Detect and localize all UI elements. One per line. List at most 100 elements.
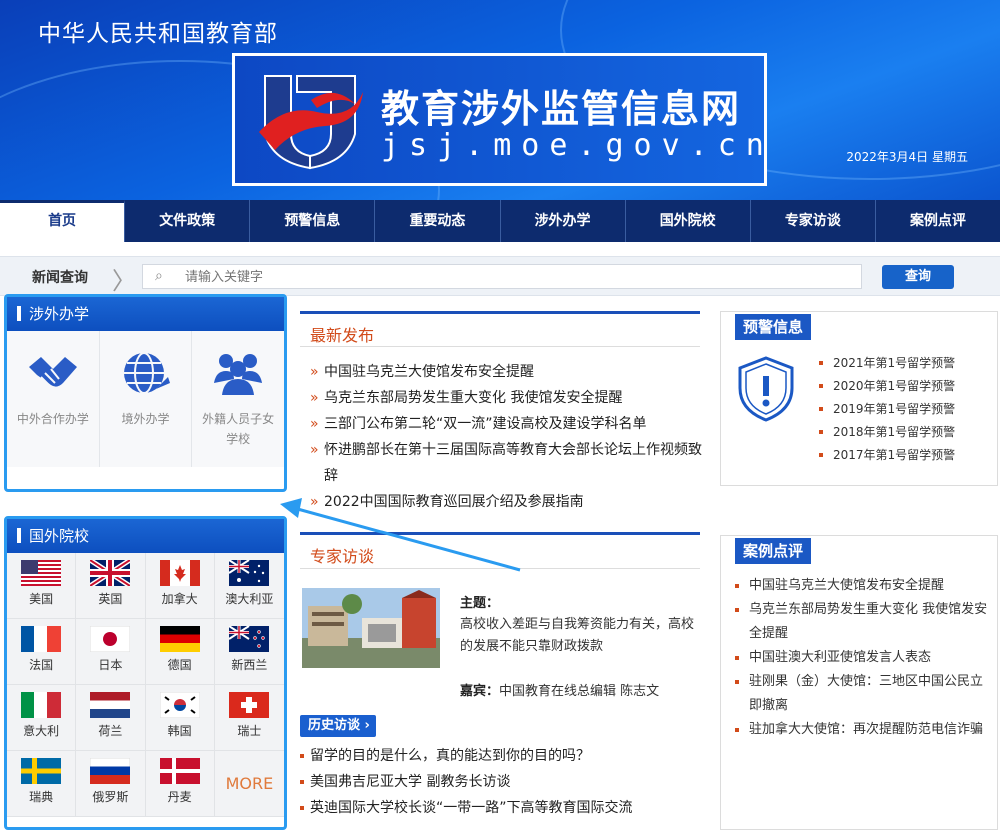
history-item[interactable]: 英迪国际大学校长谈“一带一路”下高等教育国际交流 (300, 795, 700, 821)
country-name: 加拿大 (161, 592, 198, 606)
section-top-rule (300, 311, 700, 314)
case-reviews-title[interactable]: 案例点评 (735, 538, 812, 564)
interview-guest: 嘉宾：中国教育在线总编辑 陈志文 (460, 680, 659, 699)
nav-item-abroad-schools[interactable]: 涉外办学 (501, 200, 626, 242)
nav-item-foreign-institutions[interactable]: 国外院校 (626, 200, 751, 242)
country-name: 瑞士 (237, 724, 262, 738)
country-uk[interactable]: 英国 (76, 553, 146, 619)
case-item[interactable]: 中国驻澳大利亚使馆发言人表态 (735, 646, 990, 670)
news-item[interactable]: 乌克兰东部局势发生重大变化 我使馆发安全提醒 (310, 385, 702, 411)
main-nav: 首页 文件政策 预警信息 重要动态 涉外办学 国外院校 专家访谈 案例点评 (0, 200, 1000, 242)
warning-item[interactable]: 2021年第1号留学预警 (819, 352, 955, 375)
history-interviews-button[interactable]: 历史访谈 › (300, 715, 376, 737)
country-canada[interactable]: 加拿大 (145, 553, 215, 619)
country-russia[interactable]: 俄罗斯 (76, 751, 146, 817)
country-switzerland[interactable]: 瑞士 (214, 685, 284, 751)
country-france[interactable]: 法国 (7, 619, 77, 685)
australia-flag-icon (229, 560, 270, 586)
nav-item-home[interactable]: 首页 (0, 200, 126, 242)
panel-header: 国外院校 (7, 519, 284, 553)
abroad-item-cooperative[interactable]: 中外合作办学 (7, 331, 100, 467)
news-item[interactable]: 三部门公布第二轮“双一流”建设高校及建设学科名单 (310, 411, 702, 437)
more-countries-link[interactable]: MORE (214, 751, 284, 817)
abroad-item-label: 境外办学 (121, 412, 170, 426)
warning-item[interactable]: 2020年第1号留学预警 (819, 375, 955, 398)
country-us[interactable]: 美国 (7, 553, 77, 619)
section-divider (300, 346, 700, 347)
italy-flag-icon (21, 692, 62, 718)
canada-flag-icon (159, 560, 200, 586)
header-banner: 中华人民共和国教育部 教育涉外监管信息网 jsj.moe.gov.cn 2022… (0, 0, 1000, 200)
panel-title[interactable]: 涉外办学 (29, 305, 89, 323)
warning-item[interactable]: 2019年第1号留学预警 (819, 398, 955, 421)
warning-item[interactable]: 2017年第1号留学预警 (819, 444, 955, 467)
header-bar (17, 306, 21, 321)
country-name: 新西兰 (231, 658, 268, 672)
country-denmark[interactable]: 丹麦 (145, 751, 215, 817)
search-input[interactable] (185, 267, 845, 287)
sweden-flag-icon (21, 758, 62, 784)
section-top-rule (300, 532, 700, 535)
nav-item-expert-interviews[interactable]: 专家访谈 (751, 200, 876, 242)
nav-item-case-reviews[interactable]: 案例点评 (876, 200, 1000, 242)
case-item[interactable]: 驻刚果（金）大使馆：三地区中国公民立即撤离 (735, 670, 990, 718)
shield-alert-icon (738, 356, 794, 422)
country-newzealand[interactable]: 新西兰 (214, 619, 284, 685)
switzerland-flag-icon (229, 692, 270, 718)
ministry-name[interactable]: 中华人民共和国教育部 (38, 14, 278, 48)
case-item[interactable]: 乌克兰东部局势发生重大变化 我使馆发安全提醒 (735, 598, 990, 646)
abroad-item-foreign-children[interactable]: 外籍人员子女学校 (192, 331, 284, 467)
news-item[interactable]: 中国驻乌克兰大使馆发布安全提醒 (310, 359, 702, 385)
nav-item-news[interactable]: 重要动态 (375, 200, 501, 242)
news-item[interactable]: 怀进鹏部长在第十三届国际高等教育大会部长论坛上作视频致辞 (310, 437, 702, 489)
history-list: 留学的目的是什么，真的能达到你的目的吗？ 美国弗吉尼亚大学 副教务长访谈 英迪国… (300, 743, 700, 821)
abroad-grid: 中外合作办学 境外办学 外籍人员子女学校 (7, 331, 284, 467)
search-box: ⌕ (142, 264, 862, 289)
news-item[interactable]: 2022中国国际教育巡回展介绍及参展指南 (310, 489, 702, 515)
us-flag-icon (21, 560, 62, 586)
expert-photo[interactable] (302, 588, 440, 668)
header-bar (17, 528, 21, 543)
history-item[interactable]: 留学的目的是什么，真的能达到你的目的吗？ (300, 743, 700, 769)
search-button[interactable]: 查询 (882, 265, 954, 289)
case-item[interactable]: 驻加拿大大使馆：再次提醒防范电信诈骗 (735, 718, 990, 742)
country-korea[interactable]: 韩国 (145, 685, 215, 751)
case-item[interactable]: 中国驻乌克兰大使馆发布安全提醒 (735, 574, 990, 598)
foreign-institutions-panel: 国外院校 美国 英国 加拿大 澳大利亚 法国 日本 德国 新西兰 意大利 荷兰 … (4, 516, 287, 830)
interview-theme[interactable]: 高校收入差距与自我筹资能力有关，高校的发展不能只靠财政拨款 (460, 614, 700, 658)
country-germany[interactable]: 德国 (145, 619, 215, 685)
case-reviews-box: 案例点评 中国驻乌克兰大使馆发布安全提醒 乌克兰东部局势发生重大变化 我使馆发安… (720, 535, 998, 830)
nav-item-warnings[interactable]: 预警信息 (250, 200, 376, 242)
panel-title[interactable]: 国外院校 (29, 527, 89, 545)
country-name: 德国 (167, 658, 192, 672)
section-divider (300, 568, 700, 569)
case-reviews-list: 中国驻乌克兰大使馆发布安全提醒 乌克兰东部局势发生重大变化 我使馆发安全提醒 中… (735, 574, 990, 742)
newzealand-flag-icon (229, 626, 270, 652)
history-item[interactable]: 美国弗吉尼亚大学 副教务长访谈 (300, 769, 700, 795)
warnings-box: 预警信息 2021年第1号留学预警 2020年第1号留学预警 2019年第1号留… (720, 311, 998, 486)
denmark-flag-icon (159, 758, 200, 784)
site-emblem-icon (259, 75, 363, 170)
country-netherlands[interactable]: 荷兰 (76, 685, 146, 751)
page-root: 中华人民共和国教育部 教育涉外监管信息网 jsj.moe.gov.cn 2022… (0, 0, 1000, 831)
expert-section-title[interactable]: 专家访谈 (310, 543, 374, 567)
guest-label: 嘉宾： (460, 684, 500, 699)
latest-section-title[interactable]: 最新发布 (310, 322, 374, 346)
abroad-item-overseas[interactable]: 境外办学 (100, 331, 193, 467)
site-domain: jsj.moe.gov.cn (381, 128, 774, 163)
country-italy[interactable]: 意大利 (7, 685, 77, 751)
country-grid: 美国 英国 加拿大 澳大利亚 法国 日本 德国 新西兰 意大利 荷兰 韩国 瑞士… (7, 553, 284, 817)
site-logo[interactable]: 教育涉外监管信息网 jsj.moe.gov.cn (232, 53, 767, 186)
country-australia[interactable]: 澳大利亚 (214, 553, 284, 619)
warnings-title[interactable]: 预警信息 (735, 314, 812, 340)
country-japan[interactable]: 日本 (76, 619, 146, 685)
country-name: 日本 (98, 658, 123, 672)
country-name: 俄罗斯 (92, 790, 129, 804)
country-sweden[interactable]: 瑞典 (7, 751, 77, 817)
warning-item[interactable]: 2018年第1号留学预警 (819, 421, 955, 444)
latest-news-list: 中国驻乌克兰大使馆发布安全提醒 乌克兰东部局势发生重大变化 我使馆发安全提醒 三… (310, 359, 702, 515)
country-name: 荷兰 (98, 724, 123, 738)
uk-flag-icon (90, 560, 131, 586)
nav-item-policy[interactable]: 文件政策 (125, 200, 251, 242)
netherlands-flag-icon (90, 692, 131, 718)
